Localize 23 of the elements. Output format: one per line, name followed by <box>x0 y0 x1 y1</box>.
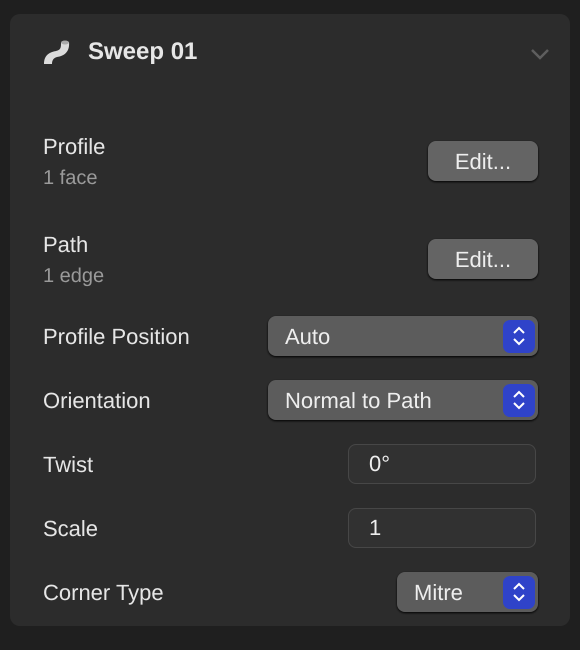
field-label: Orientation <box>43 386 151 414</box>
field-label: Profile <box>43 132 106 160</box>
stepper-icon <box>503 384 535 416</box>
detail-text: 1 face <box>43 166 98 190</box>
panel-title: Sweep 01 <box>88 37 198 67</box>
edit-button[interactable]: Edit... <box>428 239 538 279</box>
popup-value: Auto <box>285 322 330 350</box>
popup-button[interactable]: Auto <box>268 316 538 356</box>
stepper-icon <box>503 320 535 352</box>
popup-value: Mitre <box>414 578 463 606</box>
edit-button[interactable]: Edit... <box>428 141 538 181</box>
popup-button[interactable]: Normal to Path <box>268 380 538 420</box>
input-field[interactable]: 1 <box>348 508 536 548</box>
field-label: Scale <box>43 514 98 542</box>
field-label: Profile Position <box>43 322 190 350</box>
popup-button[interactable]: Mitre <box>397 572 538 612</box>
detail-text: 1 edge <box>43 264 104 288</box>
input-field[interactable]: 0° <box>348 444 536 484</box>
popup-value: Normal to Path <box>285 386 432 414</box>
field-label: Twist <box>43 450 94 478</box>
field-label: Path <box>43 230 90 258</box>
field-label: Corner Type <box>43 578 164 607</box>
stepper-icon <box>503 576 535 608</box>
